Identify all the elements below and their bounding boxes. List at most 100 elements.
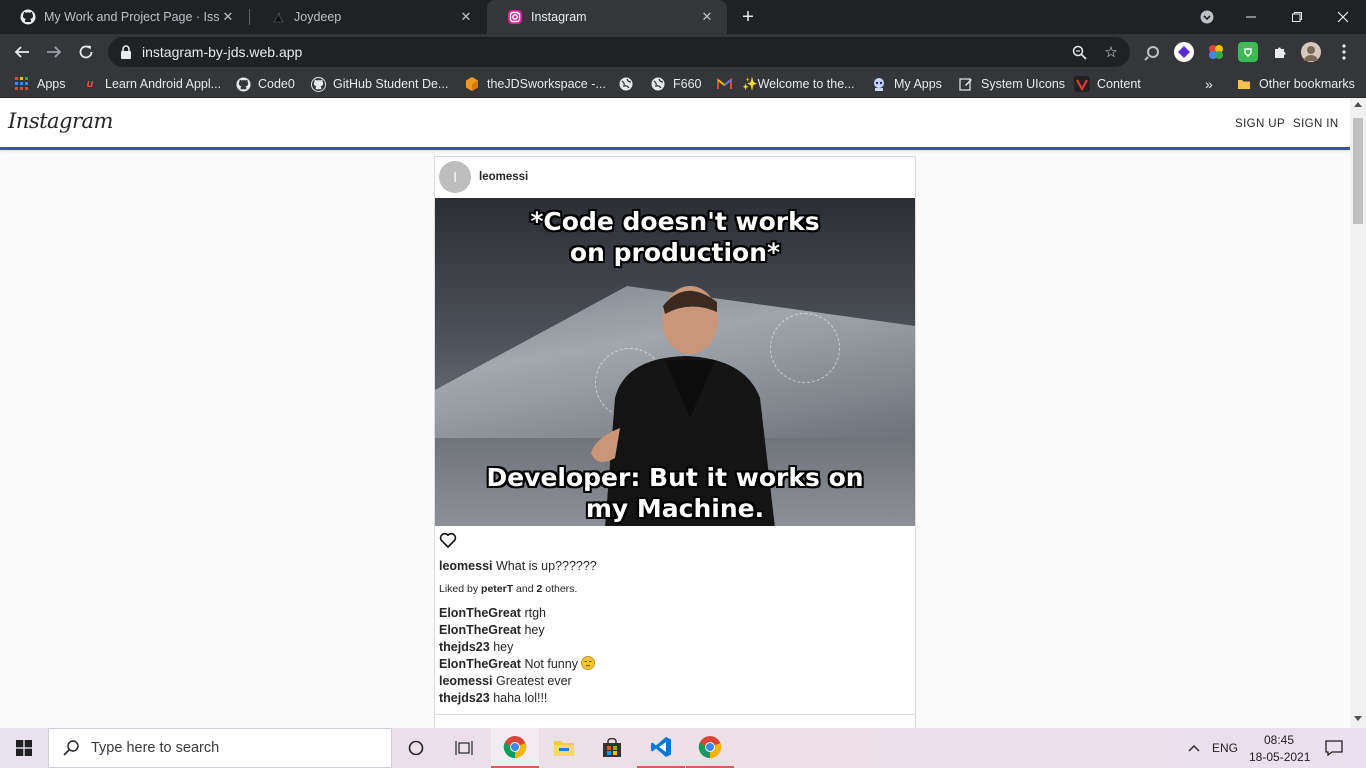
address-bar[interactable]: instagram-by-jds.web.app ☆ xyxy=(108,37,1130,67)
taskbar-chrome-icon[interactable] xyxy=(686,728,734,768)
edit-icon xyxy=(958,76,974,92)
close-icon[interactable]: ✕ xyxy=(458,9,474,25)
scroll-down-icon[interactable] xyxy=(1354,716,1362,721)
folder-icon xyxy=(1236,76,1252,92)
bookmark-gmail[interactable] xyxy=(716,75,739,93)
back-icon[interactable] xyxy=(8,38,36,66)
tab-label: My Work and Project Page · Issue xyxy=(44,10,220,24)
scrollbar-thumb[interactable] xyxy=(1353,118,1363,224)
extension-purple-icon[interactable] xyxy=(1174,42,1194,62)
forward-icon[interactable] xyxy=(40,38,68,66)
bookmark-thejdsworkspace[interactable]: theJDSworkspace -... xyxy=(464,75,606,93)
meme-text-top: *Code doesn't works on production* xyxy=(530,207,820,267)
tab-github-issues[interactable]: My Work and Project Page · Issue ✕ xyxy=(0,0,248,34)
heart-icon[interactable] xyxy=(439,531,459,551)
browser-toolbar: instagram-by-jds.web.app ☆ xyxy=(0,34,1366,70)
tab-label: Instagram xyxy=(531,10,587,24)
apps-grid-icon xyxy=(14,76,30,92)
extension-lens-icon[interactable] xyxy=(1143,42,1163,62)
joydeep-icon xyxy=(270,9,286,25)
scroll-up-icon[interactable] xyxy=(1354,102,1362,107)
store-icon[interactable] xyxy=(588,728,636,768)
bookmark-github-student[interactable]: GitHub Student De... xyxy=(310,75,448,93)
search-icon xyxy=(63,740,79,756)
liked-by-user[interactable]: peterT xyxy=(481,583,513,595)
post-author[interactable]: leomessi xyxy=(479,171,528,183)
new-tab-button[interactable]: + xyxy=(736,5,760,29)
file-explorer-icon[interactable] xyxy=(540,728,588,768)
windows-start-icon[interactable] xyxy=(0,728,48,768)
bookmark-other[interactable]: Other bookmarks xyxy=(1236,75,1355,93)
bookmark-code0[interactable]: Code0 xyxy=(235,75,295,93)
sign-in-link[interactable]: SIGN IN xyxy=(1293,118,1339,130)
taskbar-search-input[interactable]: Type here to search xyxy=(48,728,392,768)
notification-icon[interactable] xyxy=(1318,728,1350,768)
instagram-logo[interactable]: Instagram xyxy=(8,109,113,133)
cube-icon xyxy=(464,76,480,92)
tab-instagram[interactable]: Instagram ✕ xyxy=(487,0,727,34)
restore-icon[interactable] xyxy=(1274,0,1320,34)
caption-user[interactable]: leomessi xyxy=(439,559,493,573)
post-image: *Code doesn't works on production* Devel… xyxy=(435,198,915,526)
comment: thejds23 haha lol!!! xyxy=(439,691,548,705)
globe-icon xyxy=(618,76,634,92)
bookmark-welcome[interactable]: ✨Welcome to the... xyxy=(742,75,855,93)
profile-avatar[interactable] xyxy=(1301,42,1321,62)
sign-up-link[interactable]: SIGN UP xyxy=(1235,118,1285,130)
bookmark-globe[interactable] xyxy=(618,75,641,93)
windows-taskbar: Type here to search ENG 08:45 18-05-2021 xyxy=(0,728,1366,768)
zoom-icon[interactable] xyxy=(1070,43,1088,61)
unamused-emoji-icon xyxy=(581,656,596,670)
close-window-icon[interactable] xyxy=(1320,0,1366,34)
comment: ElonTheGreat Not funny xyxy=(439,656,596,673)
bookmark-my-apps[interactable]: My Apps xyxy=(871,75,942,93)
minimize-icon[interactable] xyxy=(1228,0,1274,34)
lock-icon xyxy=(120,45,132,59)
bookmark-apps[interactable]: Apps xyxy=(14,75,66,93)
bookmark-content[interactable]: Content xyxy=(1074,75,1141,93)
extension-color-icon[interactable] xyxy=(1206,42,1226,62)
clock-date[interactable]: 18-05-2021 xyxy=(1249,750,1310,764)
extensions-puzzle-icon[interactable] xyxy=(1270,42,1290,62)
cortana-icon[interactable] xyxy=(392,728,440,768)
page-scrollbar[interactable] xyxy=(1350,98,1366,728)
browser-tab-strip: My Work and Project Page · Issue ✕ Joyde… xyxy=(0,0,1366,34)
tab-joydeep[interactable]: Joydeep ✕ xyxy=(250,0,486,34)
globe-icon xyxy=(650,76,666,92)
menu-kebab-icon[interactable] xyxy=(1334,42,1354,62)
close-icon[interactable]: ✕ xyxy=(699,9,715,25)
likes-summary: Liked by peterT and 2 others. xyxy=(439,583,578,595)
bookmark-learn-android[interactable]: u Learn Android Appl... xyxy=(82,75,221,93)
post-caption: leomessi What is up?????? xyxy=(439,559,597,573)
language-indicator[interactable]: ENG xyxy=(1212,741,1238,755)
meme-text-bottom: Developer: But it works on my Machine. xyxy=(486,463,864,523)
github-icon xyxy=(235,76,251,92)
bookmarks-bar: Apps u Learn Android Appl... Code0 GitHu… xyxy=(0,70,1366,98)
comment-list: ElonTheGreat rtgh ElonTheGreat hey thejd… xyxy=(439,605,596,707)
avatar[interactable]: l xyxy=(439,161,471,193)
udemy-icon: u xyxy=(86,78,94,90)
chevron-up-icon[interactable] xyxy=(1182,728,1206,768)
comment: thejds23 hey xyxy=(439,640,514,654)
bookmarks-overflow-button[interactable]: » xyxy=(1205,75,1213,93)
tab-label: Joydeep xyxy=(294,10,342,24)
extension-green-icon[interactable] xyxy=(1238,42,1258,62)
comment: ElonTheGreat rtgh xyxy=(439,606,546,620)
content-logo-icon xyxy=(1074,76,1090,92)
instagram-navbar: Instagram SIGN UP SIGN IN xyxy=(0,98,1350,150)
bookmark-system-uicons[interactable]: System UIcons xyxy=(958,75,1065,93)
bookmark-star-icon[interactable]: ☆ xyxy=(1102,43,1120,61)
post-card: l leomessi *Code doesn't works on produc… xyxy=(434,156,916,728)
close-icon[interactable]: ✕ xyxy=(220,9,236,25)
task-view-icon[interactable] xyxy=(440,728,488,768)
caption-text: What is up?????? xyxy=(492,559,597,573)
tab-search-icon[interactable] xyxy=(1184,0,1230,34)
reload-icon[interactable] xyxy=(72,38,100,66)
vscode-icon[interactable] xyxy=(637,728,685,768)
github-icon xyxy=(310,76,326,92)
gmail-icon xyxy=(716,76,732,92)
clock-time[interactable]: 08:45 xyxy=(1264,733,1294,747)
taskbar-chrome-icon[interactable] xyxy=(491,728,539,768)
bookmark-f660[interactable]: F660 xyxy=(650,75,702,93)
card-divider xyxy=(435,714,915,715)
